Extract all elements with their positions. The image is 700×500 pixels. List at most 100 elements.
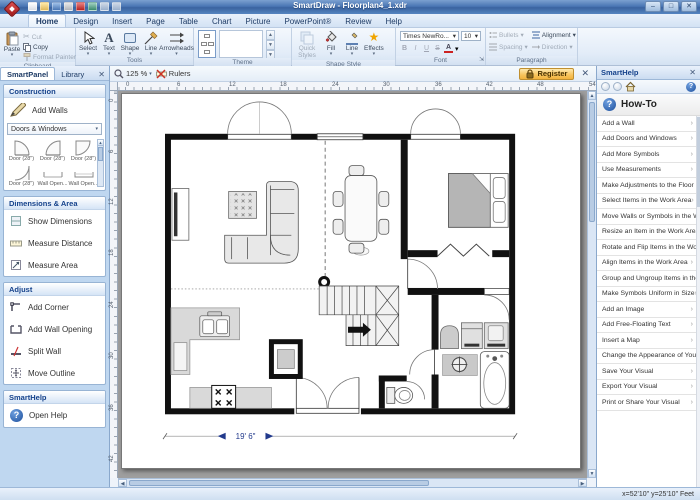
line-tool-button[interactable]: Line ▾ [141,30,161,56]
direction-button[interactable]: Direction▾ [532,43,576,51]
help-item[interactable]: Align Items in the Work Area› [597,256,696,272]
symbol-wall-opening-2[interactable]: Wall Open... [68,164,99,187]
font-size-select[interactable]: 10 ▾ [461,31,481,41]
effects-button[interactable]: ★ Effects ▾ [363,30,385,56]
add-wall-opening-button[interactable]: Add Wall Opening [4,318,105,340]
minimize-button[interactable]: – [645,1,661,12]
vertical-scroll-thumb[interactable] [589,102,595,222]
tab-picture[interactable]: Picture [239,15,278,27]
window-top[interactable] [317,134,363,140]
show-dimensions-button[interactable]: Show Dimensions [4,210,105,232]
format-painter-button[interactable]: Format Painter [23,53,76,62]
help-item[interactable]: Add Free-Floating Text› [597,318,696,334]
scroll-up-icon[interactable]: ▲ [588,91,596,100]
help-item[interactable]: Save Your Visual› [597,364,696,380]
underline-button[interactable]: U [422,45,431,52]
scroll-up-icon[interactable]: ▲ [98,140,103,146]
strikethrough-button[interactable]: S [433,45,442,52]
french-door-top-left[interactable] [228,102,292,142]
canvas-close-icon[interactable]: ✕ [578,68,592,79]
theme-gallery[interactable] [219,30,263,58]
help-item[interactable]: Move Walls or Symbols in the Wo... [597,209,696,225]
shape-tool-button[interactable]: Shape ▾ [120,30,140,56]
scroll-down-icon[interactable]: ▼ [588,469,596,478]
font-color-dropdown-arrow[interactable]: ▾ [455,45,459,53]
symbol-door-1[interactable]: Door (28") [6,139,37,162]
paste-dropdown-arrow[interactable]: ▾ [11,53,14,57]
ottoman[interactable] [229,191,257,218]
vertical-ruler[interactable]: 0 6 12 18 24 30 36 42 [110,91,118,478]
tab-design[interactable]: Design [66,15,105,27]
help-item[interactable]: Select Items in the Work Area› [597,194,696,210]
help-item[interactable]: Make Symbols Uniform in Size› [597,287,696,303]
italic-button[interactable]: I [411,45,420,52]
help-item[interactable]: Make Adjustments to the Floor Plan [597,178,696,194]
bold-button[interactable]: B [400,45,409,52]
measure-area-button[interactable]: Measure Area [4,254,105,276]
help-panel-help-icon[interactable]: ? [686,82,696,92]
help-item[interactable]: Add a Wall› [597,116,696,132]
line-style-dropdown-arrow[interactable]: ▾ [351,52,354,56]
help-item[interactable]: Add Doors and Windows› [597,132,696,148]
smarthelp-close-icon[interactable]: ✕ [689,68,696,77]
tab-page[interactable]: Page [139,15,172,27]
font-family-select[interactable]: Times NewRo... ▾ [400,31,459,41]
theme-scroll-up-button[interactable]: ▲ [266,30,275,40]
shape-line-button[interactable]: Line ▾ [342,30,362,56]
floor-plan-drawing[interactable]: 19' 6" [122,94,580,468]
alignment-button[interactable]: Alignment▾ [532,31,576,39]
spacing-button[interactable]: Spacing▾ [489,43,528,51]
help-item[interactable]: Add More Symbols› [597,147,696,163]
move-outline-button[interactable]: Move Outline [4,362,105,384]
tab-smartpanel[interactable]: SmartPanel [0,67,55,80]
toilet[interactable] [387,387,413,403]
tab-powerpoint[interactable]: PowerPoint® [277,15,338,27]
symbol-door-3[interactable]: Door (28") [68,139,99,162]
help-item[interactable]: Group and Ungroup Items in the ... [597,271,696,287]
symbol-door-4[interactable]: Door (28") [6,164,37,187]
help-forward-button[interactable] [613,82,622,91]
smartdraw-logo-button[interactable] [3,1,22,20]
zoom-dropdown-arrow[interactable]: ▾ [149,71,152,77]
help-item[interactable]: Add an Image› [597,302,696,318]
help-item[interactable]: Print or Share Your Visual› [597,395,696,411]
tab-insert[interactable]: Insert [105,15,139,27]
help-scrollbar[interactable] [696,116,700,487]
scroll-thumb[interactable] [98,147,103,161]
effects-dropdown-arrow[interactable]: ▾ [373,52,376,56]
fill-button[interactable]: Fill ▾ [321,30,341,56]
rulers-toggle[interactable]: Rulers [156,69,191,79]
cut-button[interactable]: ✂ Cut [23,32,76,42]
select-tool-button[interactable]: Select ▾ [78,30,98,56]
add-corner-button[interactable]: Add Corner [4,296,105,318]
washer[interactable] [461,323,482,349]
double-bed[interactable] [448,174,508,228]
dryer[interactable] [484,323,508,349]
text-tool-button[interactable]: A Text ▾ [99,30,119,56]
utility-closet[interactable] [271,342,300,377]
symbol-wall-opening-1[interactable]: Wall Open... [37,164,68,187]
tab-review[interactable]: Review [338,15,378,27]
help-item[interactable]: Resize an Item in the Work Area› [597,225,696,241]
tab-help[interactable]: Help [378,15,408,27]
horizontal-scroll-thumb[interactable] [129,480,429,486]
bath-mat-drain[interactable] [443,355,478,376]
dimension-line[interactable]: 19' 6" [163,431,517,442]
register-button[interactable]: Register [519,68,574,80]
tab-home[interactable]: Home [28,14,66,27]
quick-styles-button[interactable]: Quick Styles [294,30,320,60]
bullets-button[interactable]: Bullets▾ [489,31,528,39]
symbol-scrollbar[interactable]: ▲ [97,139,104,187]
help-item[interactable]: Use Measurements› [597,163,696,179]
fill-dropdown-arrow[interactable]: ▾ [330,52,333,56]
add-walls-button[interactable]: Add Walls [4,98,105,122]
help-item[interactable]: Change the Appearance of Your ... [597,349,696,365]
help-item[interactable]: Export Your Visual› [597,380,696,396]
scroll-left-icon[interactable]: ◀ [118,479,127,487]
stove[interactable] [212,385,236,408]
help-item[interactable]: Rotate and Flip Items in the Work... [597,240,696,256]
copy-button[interactable]: Copy [23,43,76,52]
kitchen-sink[interactable] [200,312,230,337]
symbol-category-dropdown[interactable]: Doors & Windows ▾ [7,123,102,135]
drawing-viewport[interactable]: 19' 6" [118,91,587,478]
